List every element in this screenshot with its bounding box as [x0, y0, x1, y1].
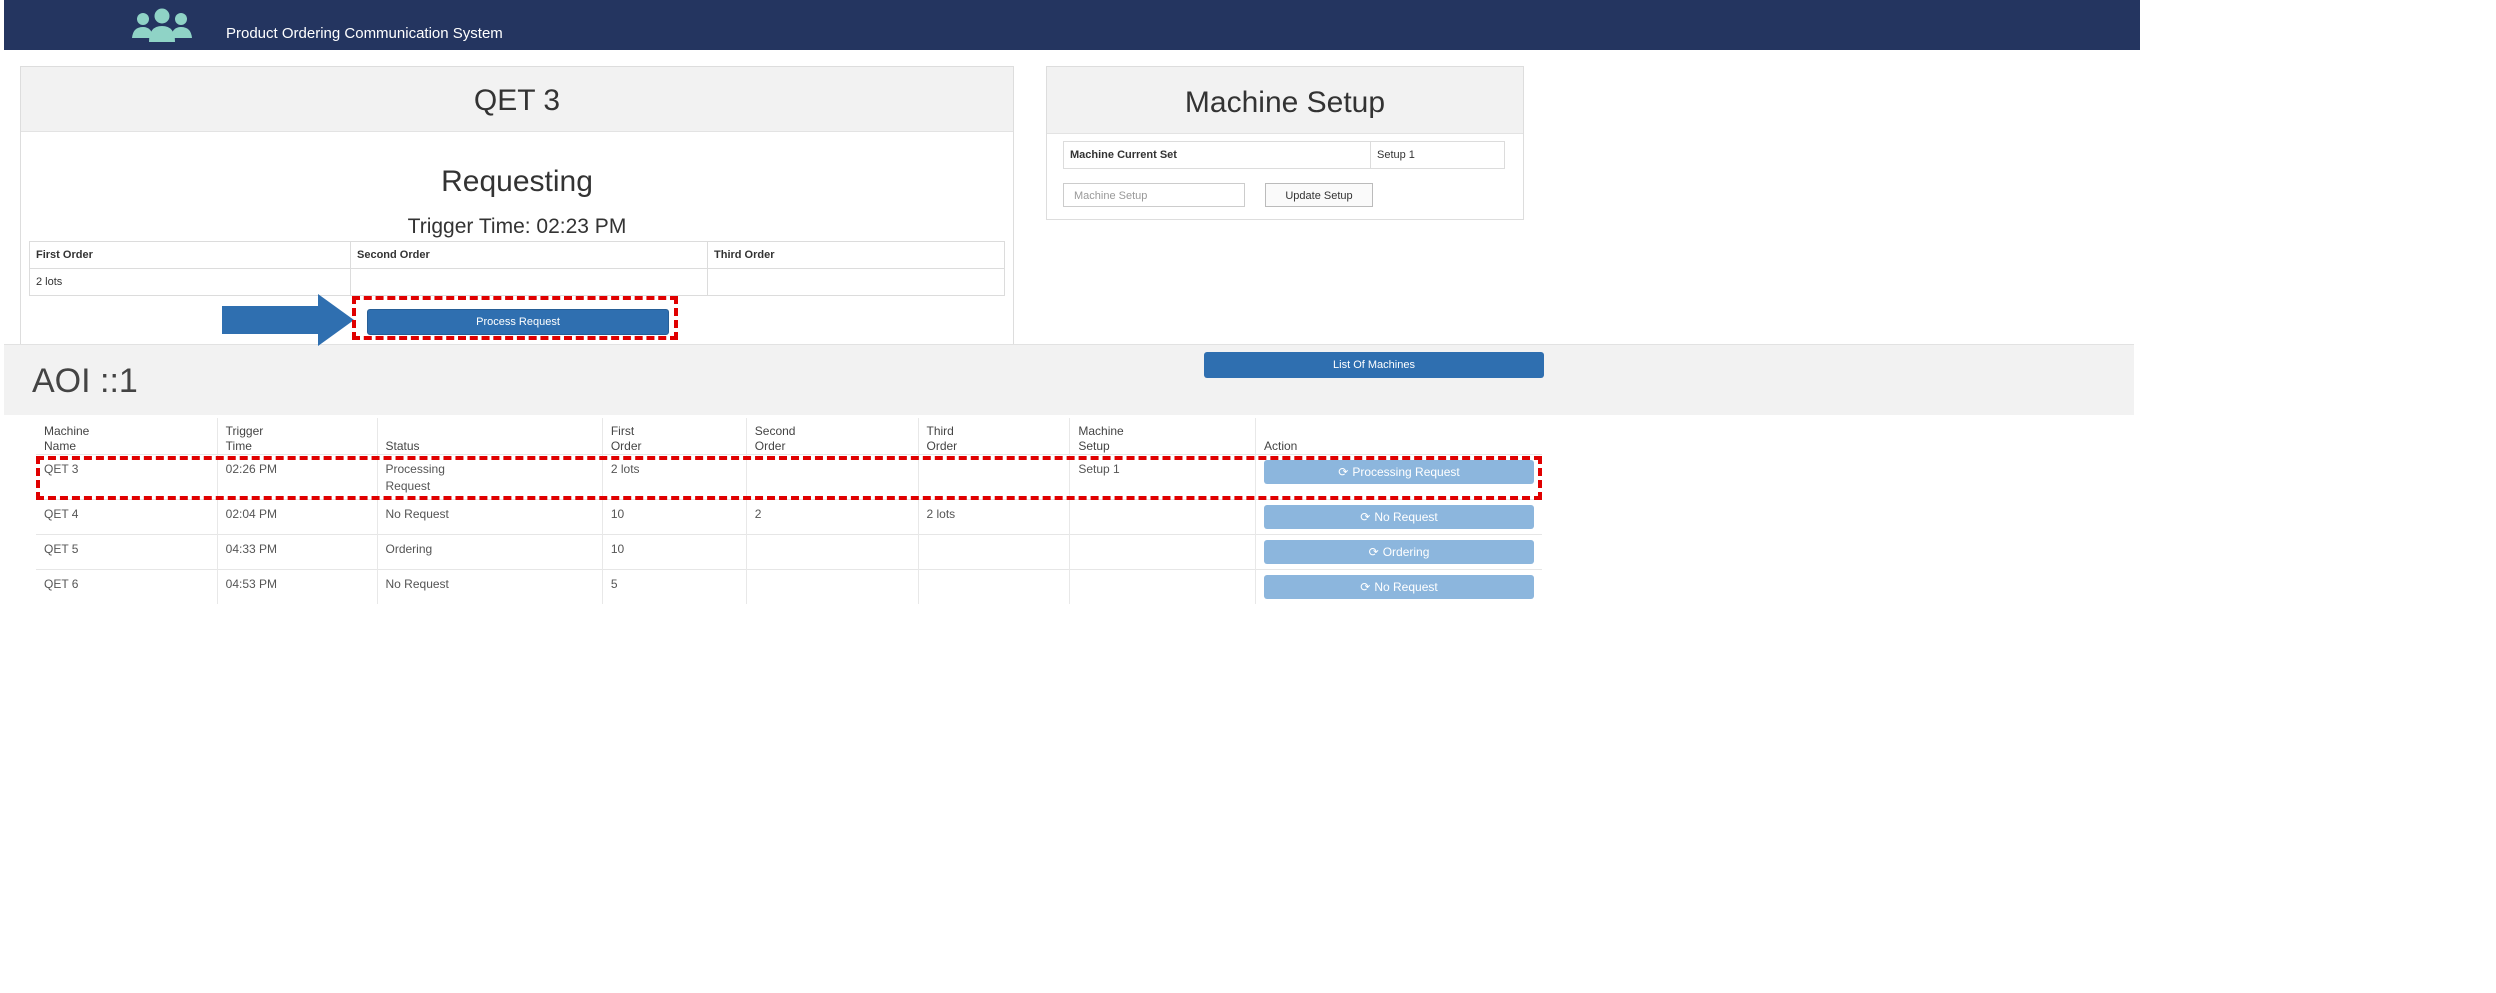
panel-title: Machine Setup [1047, 67, 1523, 134]
machine-setup-cell [1069, 534, 1256, 570]
row-action-button[interactable]: ⟳ Ordering [1264, 540, 1534, 564]
first-order-cell: 10 [601, 534, 747, 570]
row-action-button[interactable]: ⟳ No Request [1264, 505, 1534, 529]
table-row: QET 5 04:33 PM Ordering 10 ⟳ Ordering [36, 534, 1542, 570]
machine-setup-input[interactable]: Machine Setup [1063, 183, 1245, 207]
machine-setup-cell [1069, 499, 1256, 535]
aoi-title: AOI ::1 [32, 362, 138, 400]
machine-name: QET 6 [36, 569, 218, 604]
action-cell: ⟳ Ordering [1255, 534, 1542, 570]
annotation-arrow-icon [222, 294, 354, 346]
app-title: Product Ordering Communication System [226, 25, 503, 42]
third-order-cell: 2 lots [917, 499, 1070, 535]
action-cell: ⟳ No Request [1255, 499, 1542, 535]
col-header: Second Order [745, 418, 918, 455]
current-setup-label: Machine Current Set [1063, 141, 1371, 169]
table-header-row: Machine Name Trigger Time Status First Orde… [36, 418, 1542, 455]
machine-name: QET 4 [36, 499, 218, 535]
table-row: QET 6 04:53 PM No Request 5 ⟳ No Request [36, 569, 1542, 604]
col-header: Action [1255, 418, 1542, 455]
status-cell: No Request [376, 569, 603, 604]
first-order-cell: 5 [601, 569, 747, 604]
panel-title: QET 3 [21, 67, 1013, 132]
table-row: QET 4 02:04 PM No Request 10 2 2 lots ⟳ N… [36, 499, 1542, 535]
spinner-icon: ⟳ [1360, 510, 1371, 524]
trigger-time: Trigger Time: 02:23 PM [407, 215, 627, 238]
spinner-icon: ⟳ [1368, 545, 1379, 559]
order-value [707, 268, 1005, 296]
current-setup-value: Setup 1 [1370, 141, 1505, 169]
machine-setup-panel: Machine Setup Machine Current Set Setup … [1046, 66, 1524, 220]
order-header: Second Order [350, 241, 708, 269]
top-navbar: Product Ordering Communication System [4, 0, 2140, 50]
list-of-machines-button[interactable]: List Of Machines [1204, 352, 1544, 378]
orders-table: First Order Second Order Third Order 2 l… [29, 241, 1005, 296]
status-cell: No Request [376, 499, 603, 535]
second-order-cell [745, 534, 918, 570]
highlight-box [36, 456, 1542, 500]
order-value [350, 268, 708, 296]
machine-status-table: Machine Name Trigger Time Status First Orde… [36, 418, 1542, 604]
col-header: Trigger Time [216, 418, 377, 455]
order-header: Third Order [707, 241, 1005, 269]
machine-name: QET 5 [36, 534, 218, 570]
order-header: First Order [29, 241, 351, 269]
order-value: 2 lots [29, 268, 351, 296]
action-cell: ⟳ No Request [1255, 569, 1542, 604]
trigger-time-cell: 04:33 PM [216, 534, 377, 570]
col-header: Machine Name [44, 424, 90, 453]
status-cell: Ordering [376, 534, 603, 570]
first-order-cell: 10 [601, 499, 747, 535]
second-order-cell [745, 569, 918, 604]
spinner-icon: ⟳ [1360, 580, 1371, 594]
col-header: Status [376, 418, 603, 455]
col-header: Machine Setup [1069, 418, 1256, 455]
request-status: Requesting [441, 165, 593, 198]
row-action-button[interactable]: ⟳ No Request [1264, 575, 1534, 599]
col-header: Third Order [917, 418, 1070, 455]
highlight-box [352, 296, 678, 340]
users-icon[interactable] [130, 8, 194, 44]
machine-setup-cell [1069, 569, 1256, 604]
update-setup-button[interactable]: Update Setup [1265, 183, 1373, 207]
third-order-cell [917, 569, 1070, 604]
col-header: First Order [601, 418, 747, 455]
trigger-time-cell: 02:04 PM [216, 499, 377, 535]
trigger-time-cell: 04:53 PM [216, 569, 377, 604]
third-order-cell [917, 534, 1070, 570]
current-setup-table: Machine Current Set Setup 1 [1063, 141, 1505, 169]
second-order-cell: 2 [745, 499, 918, 535]
